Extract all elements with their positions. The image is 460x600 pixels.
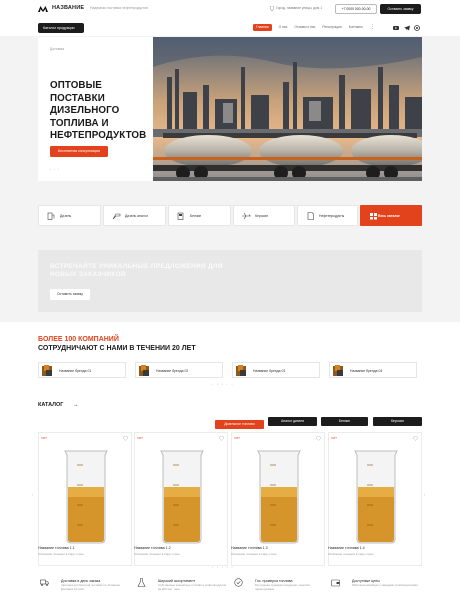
fuel-pump-icon xyxy=(47,212,56,220)
product-name[interactable]: Название топлива 1.1 xyxy=(38,546,75,550)
heart-icon[interactable] xyxy=(123,436,128,441)
brand-card[interactable]: Название бренда 02 xyxy=(135,362,223,378)
category-label: Бензин xyxy=(190,214,202,218)
main-nav: Главная О нас Отзывы о нас Регистрация К… xyxy=(253,24,383,31)
tagline: Надежная поставка нефтепродуктов xyxy=(90,6,148,10)
category-label: Дизель аналог xyxy=(125,214,148,218)
hero-slider-dots[interactable]: • • • xyxy=(50,167,60,171)
hero-title: ОПТОВЫЕ ПОСТАВКИ ДИЗЕЛЬНОГО ТОПЛИВА И НЕ… xyxy=(50,80,147,141)
truck-icon xyxy=(40,578,49,587)
category-oil-products[interactable]: Нефтепродукты xyxy=(297,205,358,226)
carousel-prev-icon[interactable]: ‹ xyxy=(32,492,33,497)
category-label: Весь каталог xyxy=(378,214,400,218)
whatsapp-icon[interactable] xyxy=(414,25,420,31)
gas-station-icon xyxy=(177,212,186,220)
brand-name: Название бренда 04 xyxy=(350,369,383,373)
beaker-image xyxy=(240,445,318,545)
product-description: Описание позиции в пару строк xyxy=(38,552,84,556)
product-description: Описание позиции в пару строк xyxy=(134,552,180,556)
hit-badge: ХИТ xyxy=(41,436,47,440)
youtube-icon[interactable] xyxy=(393,25,399,31)
certificate-icon xyxy=(234,578,243,587)
carousel-next-icon[interactable]: › xyxy=(424,492,425,497)
logo-text[interactable]: НАЗВАНИЕ xyxy=(52,5,84,11)
product-name[interactable]: Название топлива 1.3 xyxy=(231,546,268,550)
product-description: Описание позиции в пару строк xyxy=(328,552,374,556)
category-kerosene[interactable]: Керосин xyxy=(233,205,295,226)
heart-icon[interactable] xyxy=(316,436,321,441)
brand-card[interactable]: Название бренда 03 xyxy=(232,362,320,378)
feature-description: Автопарк для быстрой поставки по 10 маши… xyxy=(61,583,121,591)
catalog-button[interactable]: Каталог продукции xyxy=(38,23,84,33)
brand-logo-icon xyxy=(40,364,54,378)
banner-order-button[interactable]: Оставить заявку xyxy=(50,289,90,300)
category-gasoline[interactable]: Бензин xyxy=(168,205,231,226)
breadcrumb[interactable]: Доставка xyxy=(50,47,64,51)
arrow-right-icon[interactable]: → xyxy=(73,402,79,408)
catalog-slider-dots[interactable]: • • • • • xyxy=(212,565,234,569)
location-pin-icon xyxy=(270,6,274,11)
promo-banner xyxy=(38,250,422,312)
beaker-image xyxy=(143,445,221,545)
logo-icon[interactable] xyxy=(38,6,48,12)
tab-diesel-analog[interactable]: Аналог дизеля xyxy=(268,417,317,426)
product-name[interactable]: Название топлива 1.2 xyxy=(134,546,171,550)
wallet-icon xyxy=(331,578,340,587)
beaker-image xyxy=(47,445,125,545)
feature-description: Собственное хранилище топлива и нефтепро… xyxy=(158,583,227,591)
brand-name: Название бренда 03 xyxy=(253,369,286,373)
category-diesel-analog[interactable]: Дизель аналог xyxy=(103,205,166,226)
catalog-icon xyxy=(369,212,378,220)
phone-button[interactable]: +7 0000 000-00-00 xyxy=(335,4,377,14)
catalog-title[interactable]: КАТАЛОГ xyxy=(38,402,63,408)
more-menu-icon[interactable]: ⋮ xyxy=(370,24,375,31)
consultation-button[interactable]: Бесплатная консультация xyxy=(50,146,108,157)
category-all-catalog[interactable]: Весь каталог xyxy=(360,205,422,226)
nav-item-home[interactable]: Главная xyxy=(253,24,272,31)
brand-name: Название бренда 01 xyxy=(59,369,92,373)
heart-icon[interactable] xyxy=(413,436,418,441)
banner-title: ВСТРЕЧАЙТЕ УНИКАЛЬНЫЕ ПРЕДЛОЖЕНИЯ ДЛЯ НО… xyxy=(50,263,223,278)
brand-card[interactable]: Название бренда 01 xyxy=(38,362,126,378)
city-address[interactable]: Город, название улицы, дом 1 xyxy=(276,6,332,10)
category-label: Нефтепродукты xyxy=(319,214,345,218)
feature-description: Регулярная проверка продукции, качество … xyxy=(255,583,311,591)
companies-title: СОТРУДНИЧАЮТ С НАМИ В ТЕЧЕНИИ 20 ЛЕТ xyxy=(38,345,196,352)
category-label: Дизель xyxy=(60,214,72,218)
refinery-truck-image xyxy=(153,37,431,181)
brand-logo-icon xyxy=(234,364,248,378)
flask-icon xyxy=(137,578,146,587)
category-diesel[interactable]: Дизель xyxy=(38,205,101,226)
product-description: Описание позиции в пару строк xyxy=(231,552,277,556)
nav-item-reviews[interactable]: Отзывы о нас xyxy=(294,24,315,31)
document-icon xyxy=(306,212,315,220)
brand-logo-icon xyxy=(331,364,345,378)
feature-description: Работаем напрямую с заводами производите… xyxy=(352,583,418,587)
brand-card[interactable]: Название бренда 04 xyxy=(329,362,417,378)
hit-badge: ХИТ xyxy=(234,436,240,440)
product-name[interactable]: Название топлива 1.4 xyxy=(328,546,365,550)
tab-gasoline[interactable]: Бензин xyxy=(321,417,368,426)
brand-name: Название бренда 02 xyxy=(156,369,189,373)
plane-icon xyxy=(242,212,251,220)
companies-title-accent: БОЛЕЕ 100 КОМПАНИЙ xyxy=(38,336,119,343)
hit-badge: ХИТ xyxy=(331,436,337,440)
fuel-nozzle-icon xyxy=(112,212,121,220)
nav-item-register[interactable]: Регистрация xyxy=(322,24,341,31)
category-label: Керосин xyxy=(255,214,269,218)
brands-slider-dots[interactable]: • • • • • xyxy=(212,382,234,386)
tab-diesel[interactable]: Дизельное топливо xyxy=(215,420,264,429)
heart-icon[interactable] xyxy=(219,436,224,441)
tab-kerosene[interactable]: Керосин xyxy=(373,417,422,426)
nav-item-about[interactable]: О нас xyxy=(279,24,288,31)
telegram-icon[interactable] xyxy=(404,25,410,31)
brand-logo-icon xyxy=(137,364,151,378)
nav-item-contacts[interactable]: Контакты xyxy=(349,24,363,31)
hit-badge: ХИТ xyxy=(137,436,143,440)
beaker-image xyxy=(337,445,415,545)
order-button[interactable]: Оставить заявку xyxy=(380,4,421,14)
